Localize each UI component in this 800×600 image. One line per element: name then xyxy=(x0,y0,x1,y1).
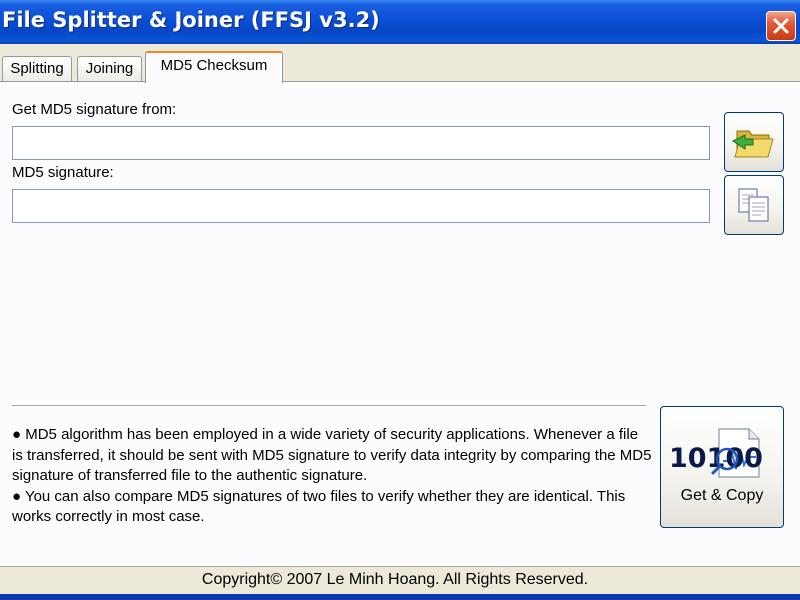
signature-label: MD5 signature: xyxy=(12,164,114,181)
get-and-copy-button[interactable]: 10100 Get & Copy xyxy=(660,406,784,528)
tab-splitting[interactable]: Splitting xyxy=(2,56,72,82)
source-file-input[interactable] xyxy=(12,126,710,160)
window-title: File Splitter & Joiner (FFSJ v3.2) xyxy=(2,8,380,32)
md5-signature-field[interactable] xyxy=(12,189,710,223)
close-icon xyxy=(773,18,789,34)
app-window: File Splitter & Joiner (FFSJ v3.2) Split… xyxy=(0,0,800,600)
tab-strip: Splitting Joining MD5 Checksum xyxy=(0,44,800,83)
copy-signature-button[interactable] xyxy=(724,175,784,235)
open-folder-icon xyxy=(732,130,774,158)
status-bar: Copyright© 2007 Le Minh Hoang. All Right… xyxy=(0,566,800,594)
get-and-copy-label: Get & Copy xyxy=(680,487,764,504)
browse-file-button[interactable] xyxy=(724,112,784,172)
title-bar[interactable]: File Splitter & Joiner (FFSJ v3.2) xyxy=(0,0,800,44)
window-bottom-border xyxy=(0,594,800,600)
tab-md5-checksum[interactable]: MD5 Checksum xyxy=(145,51,283,83)
copyright-text: Copyright© 2007 Le Minh Hoang. All Right… xyxy=(201,571,589,588)
tab-joining[interactable]: Joining xyxy=(77,56,142,82)
info-paragraph: ● You can also compare MD5 signatures of… xyxy=(12,487,626,526)
binary-checksum-icon: 10100 xyxy=(669,428,763,478)
close-button[interactable] xyxy=(766,11,796,41)
source-label: Get MD5 signature from: xyxy=(12,101,177,118)
separator xyxy=(12,405,646,407)
info-paragraph: ● MD5 algorithm has been employed in a w… xyxy=(12,426,652,484)
copy-icon xyxy=(738,188,769,222)
info-text: ● MD5 algorithm has been employed in a w… xyxy=(12,425,652,528)
